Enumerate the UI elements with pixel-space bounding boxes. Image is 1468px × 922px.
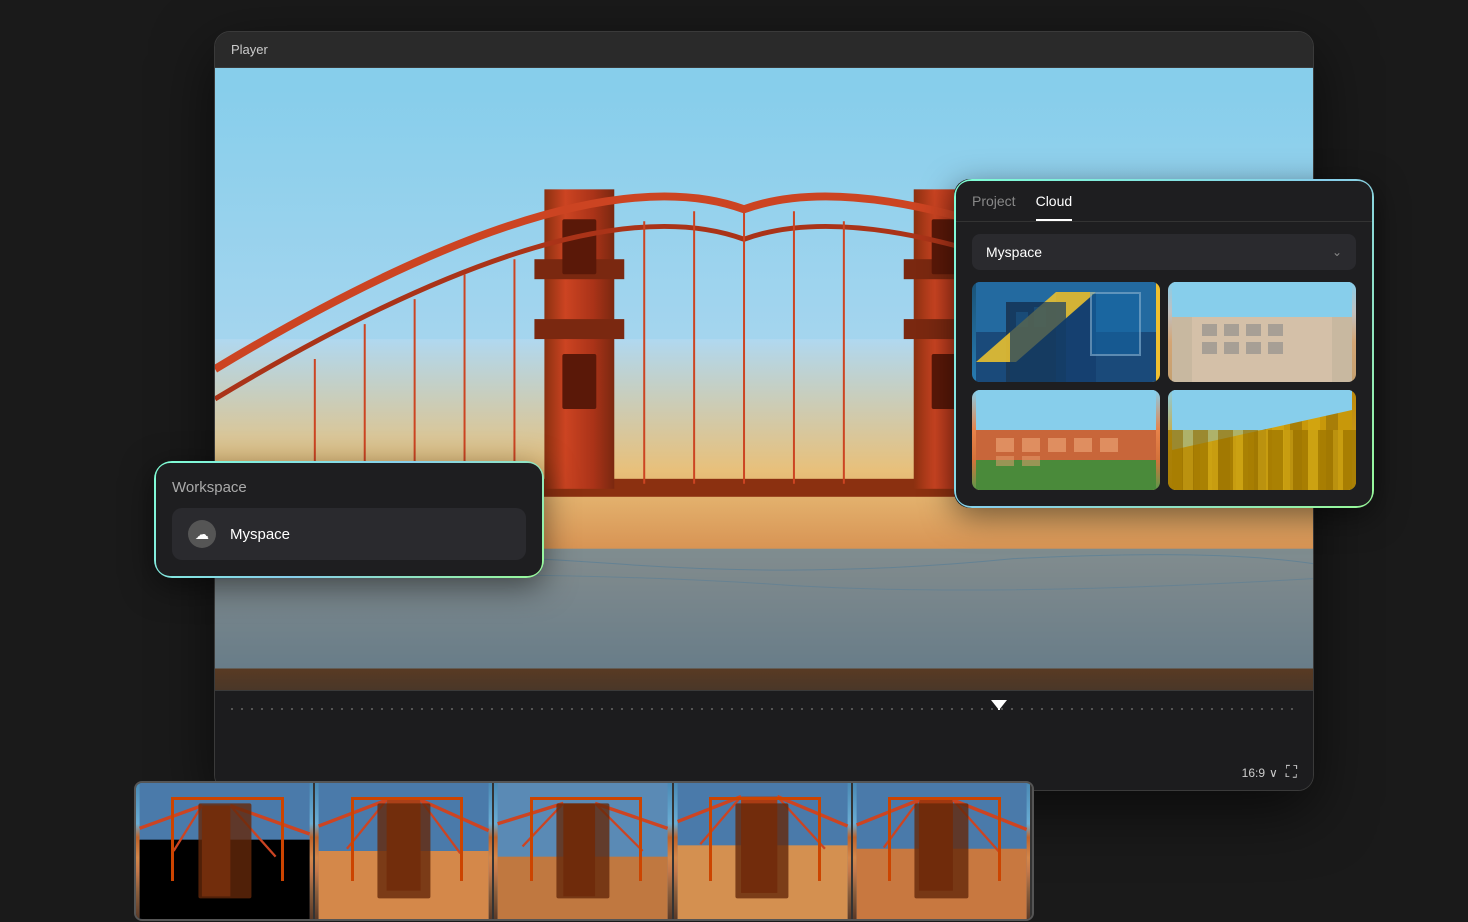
cloud-thumbnail-4[interactable]: [1168, 390, 1356, 490]
film-frame-1: [136, 783, 315, 919]
aspect-ratio-label: 16:9: [1242, 766, 1265, 780]
film-frame-3: [494, 783, 673, 919]
cloud-panel-inner: Project Cloud Myspace ⌄: [956, 181, 1372, 506]
workspace-popup-inner: Workspace ☁ Myspace: [156, 463, 542, 576]
player-titlebar: Player: [215, 32, 1313, 68]
cloud-dropdown-value: Myspace: [986, 244, 1042, 260]
film-frame-2: [315, 783, 494, 919]
workspace-item[interactable]: ☁ Myspace: [172, 508, 526, 560]
fullscreen-button[interactable]: ⛶: [1286, 764, 1297, 782]
workspace-item-name: Myspace: [230, 526, 290, 543]
scene-container: Player: [134, 31, 1334, 891]
timeline-area: 16:9 ∨ ⛶: [215, 690, 1313, 790]
film-strip: [134, 781, 1034, 921]
film-frame-4: [674, 783, 853, 919]
timeline-track[interactable]: [231, 708, 1297, 710]
timeline-ruler: [231, 699, 1297, 719]
timeline-controls: 16:9 ∨ ⛶: [231, 764, 1297, 782]
workspace-cloud-icon: ☁: [188, 520, 216, 548]
tab-cloud[interactable]: Cloud: [1036, 193, 1073, 221]
cloud-thumbnail-grid: [956, 282, 1372, 506]
workspace-title: Workspace: [172, 479, 526, 496]
aspect-ratio-chevron: ∨: [1269, 766, 1278, 780]
cloud-thumbnail-3[interactable]: [972, 390, 1160, 490]
cloud-dropdown-arrow: ⌄: [1332, 245, 1342, 259]
workspace-popup: Workspace ☁ Myspace: [154, 461, 544, 578]
cloud-tabs: Project Cloud: [956, 181, 1372, 222]
cloud-thumbnail-1[interactable]: [972, 282, 1160, 382]
cloud-panel: Project Cloud Myspace ⌄: [954, 179, 1374, 508]
cloud-workspace-dropdown[interactable]: Myspace ⌄: [972, 234, 1356, 270]
player-title: Player: [231, 42, 268, 57]
cloud-thumbnail-2[interactable]: [1168, 282, 1356, 382]
aspect-ratio-button[interactable]: 16:9 ∨: [1242, 766, 1278, 780]
film-frame-5: [853, 783, 1032, 919]
tab-project[interactable]: Project: [972, 193, 1016, 221]
fullscreen-icon: ⛶: [1286, 764, 1297, 781]
timeline-playhead-line: [998, 708, 1000, 710]
